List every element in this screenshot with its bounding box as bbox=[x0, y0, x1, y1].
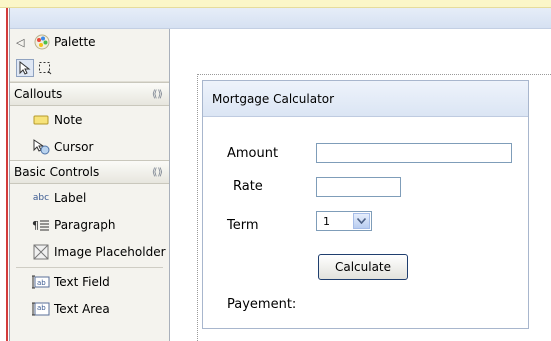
drawer-toggle-icon[interactable]: ⟪⟫ bbox=[152, 167, 163, 178]
text-area-icon: ab bbox=[32, 301, 50, 317]
palette-item-text-area[interactable]: ab Text Area bbox=[10, 295, 169, 322]
palette-item-paragraph[interactable]: ¶ Paragraph bbox=[10, 211, 169, 238]
image-placeholder-icon bbox=[32, 244, 50, 260]
design-canvas[interactable]: Mortgage Calculator Amount Rate Term 1 C… bbox=[171, 29, 551, 341]
cursor-icon bbox=[32, 138, 50, 155]
top-strip bbox=[0, 0, 551, 8]
payment-label: Payement: bbox=[227, 297, 297, 312]
palette-item-label: Label bbox=[54, 190, 87, 205]
collapse-palette-icon[interactable]: ◁ bbox=[16, 36, 34, 49]
rate-input[interactable] bbox=[316, 177, 401, 197]
basic-controls-drawer-label: Basic Controls bbox=[14, 165, 100, 179]
callouts-drawer-label: Callouts bbox=[14, 87, 63, 101]
term-select[interactable]: 1 bbox=[316, 211, 372, 231]
callouts-drawer[interactable]: Callouts ⟪⟫ bbox=[10, 82, 169, 106]
palette-header: ◁ Palette bbox=[10, 29, 169, 55]
panel-header: Mortgage Calculator bbox=[203, 81, 528, 117]
term-label: Term bbox=[227, 218, 259, 233]
select-tool-icon[interactable] bbox=[16, 59, 34, 77]
palette-item-text-field[interactable]: ab Text Field bbox=[10, 268, 169, 295]
palette-item-note[interactable]: Note bbox=[10, 106, 169, 133]
palette-panel: ◁ Palette Callouts ⟪⟫ Note Cursor Basic … bbox=[10, 29, 170, 341]
svg-text:ab: ab bbox=[37, 279, 46, 287]
palette-tools bbox=[10, 55, 169, 82]
palette-item-label: Text Area bbox=[54, 301, 110, 316]
palette-item-image-placeholder[interactable]: Image Placeholder bbox=[10, 238, 169, 265]
marquee-tool-icon[interactable] bbox=[36, 59, 54, 77]
label-icon: abc bbox=[32, 192, 50, 203]
palette-item-label: Text Field bbox=[54, 274, 110, 289]
chevron-down-icon[interactable] bbox=[353, 213, 370, 229]
red-marker-line bbox=[6, 8, 8, 341]
palette-item-label: Cursor bbox=[54, 139, 94, 154]
amount-label: Amount bbox=[227, 146, 279, 161]
mortgage-calculator-panel[interactable]: Mortgage Calculator Amount Rate Term 1 C… bbox=[202, 80, 529, 329]
palette-item-label: Paragraph bbox=[54, 217, 116, 232]
amount-input[interactable] bbox=[316, 143, 512, 163]
drawer-toggle-icon[interactable]: ⟪⟫ bbox=[152, 89, 163, 100]
note-icon bbox=[32, 112, 50, 128]
basic-controls-drawer[interactable]: Basic Controls ⟪⟫ bbox=[10, 160, 169, 184]
term-select-value: 1 bbox=[323, 214, 330, 228]
paragraph-icon: ¶ bbox=[32, 217, 50, 233]
svg-text:¶: ¶ bbox=[32, 219, 39, 232]
text-field-icon: ab bbox=[32, 274, 50, 290]
panel-title: Mortgage Calculator bbox=[212, 91, 335, 106]
palette-item-cursor[interactable]: Cursor bbox=[10, 133, 169, 160]
palette-title: Palette bbox=[54, 35, 96, 49]
palette-item-label[interactable]: abc Label bbox=[10, 184, 169, 211]
palette-item-label: Note bbox=[54, 112, 83, 127]
editor-header bbox=[10, 8, 551, 29]
palette-icon bbox=[34, 34, 50, 50]
calculate-button[interactable]: Calculate bbox=[318, 254, 408, 280]
palette-item-label: Image Placeholder bbox=[54, 244, 166, 259]
rate-label: Rate bbox=[233, 179, 263, 194]
svg-text:ab: ab bbox=[37, 304, 46, 312]
